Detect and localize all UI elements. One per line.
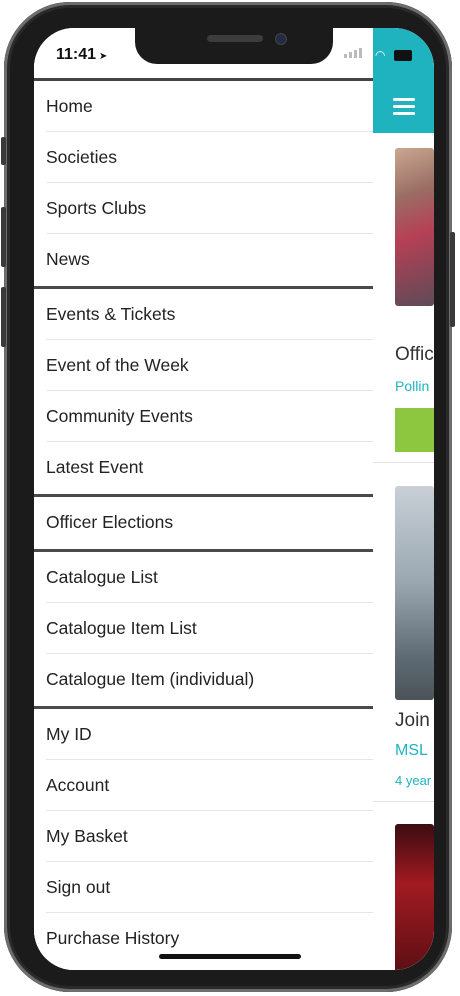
clock-text: 11:41	[56, 46, 97, 63]
menu-item-community-events[interactable]: Community Events	[46, 391, 373, 442]
menu-item-latest-event[interactable]: Latest Event	[46, 442, 373, 492]
home-indicator[interactable]	[159, 954, 301, 959]
phone-frame: Offic Pollin Join MSL 4 year Home Societi…	[1, 2, 455, 992]
menu-item-officer-elections[interactable]: Officer Elections	[46, 497, 373, 547]
card-title[interactable]: Offic	[395, 344, 434, 366]
menu-item-sign-out[interactable]: Sign out	[46, 862, 373, 913]
menu-item-news[interactable]: News	[46, 234, 373, 284]
nav-menu: Home Societies Sports Clubs News Events & Ti…	[34, 81, 373, 963]
menu-item-my-basket[interactable]: My Basket	[46, 811, 373, 862]
hamburger-icon[interactable]	[393, 98, 415, 116]
menu-item-catalogue-list[interactable]: Catalogue List	[46, 552, 373, 603]
menu-item-home[interactable]: Home	[46, 81, 373, 132]
card-action-button[interactable]	[395, 408, 434, 452]
menu-item-sports-clubs[interactable]: Sports Clubs	[46, 183, 373, 234]
card-separator	[373, 801, 434, 802]
status-time: 11:41 ➤	[56, 46, 107, 64]
mute-switch	[1, 137, 6, 165]
speaker	[207, 35, 263, 42]
card-image[interactable]	[395, 824, 434, 970]
card-meta: 4 year	[395, 773, 432, 788]
location-arrow-icon: ➤	[99, 51, 108, 62]
menu-item-catalogue-item-list[interactable]: Catalogue Item List	[46, 603, 373, 654]
card-link[interactable]: MSL	[395, 742, 428, 760]
navigation-drawer: Home Societies Sports Clubs News Events & Ti…	[34, 28, 373, 970]
app-header	[373, 28, 434, 133]
card-image[interactable]	[395, 486, 434, 700]
menu-item-event-of-the-week[interactable]: Event of the Week	[46, 340, 373, 391]
menu-item-catalogue-item-individual[interactable]: Catalogue Item (individual)	[46, 654, 373, 704]
card-link[interactable]: Pollin	[395, 378, 429, 394]
notch	[135, 28, 333, 64]
menu-item-account[interactable]: Account	[46, 760, 373, 811]
screen: Offic Pollin Join MSL 4 year Home Societi…	[34, 28, 434, 970]
menu-item-my-id[interactable]: My ID	[46, 709, 373, 760]
battery-icon	[394, 50, 412, 61]
signal-icon	[344, 48, 362, 58]
card-image[interactable]	[395, 148, 434, 306]
wifi-icon: ◠	[375, 48, 386, 62]
volume-down-button	[1, 287, 6, 347]
power-button	[450, 232, 455, 327]
front-camera	[275, 33, 287, 45]
menu-item-events-tickets[interactable]: Events & Tickets	[46, 289, 373, 340]
volume-up-button	[1, 207, 6, 267]
menu-item-societies[interactable]: Societies	[46, 132, 373, 183]
card-title[interactable]: Join	[395, 710, 430, 732]
card-separator	[373, 462, 434, 463]
